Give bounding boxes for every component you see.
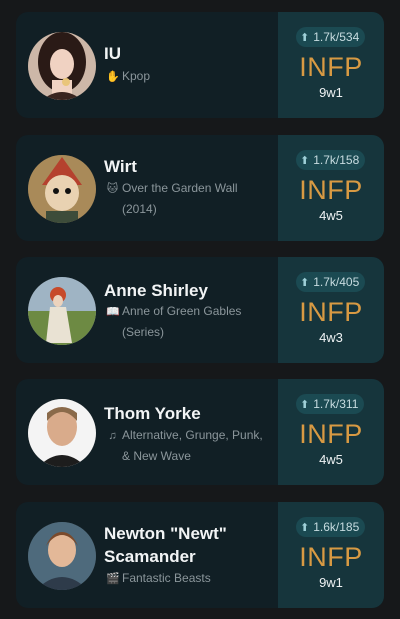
type-panel: ⬆ 1.6k/185 INFP 9w1 [278,502,384,608]
character-name: IU [104,44,121,63]
type-panel: ⬆ 1.7k/534 INFP 9w1 [278,12,384,118]
music-note-icon: ♫ [108,430,117,442]
clapperboard-icon: 🎬 [106,573,120,585]
vote-icon: ⬆ [300,399,310,411]
enneagram-type: 4w5 [319,452,343,467]
type-panel: ⬆ 1.7k/158 INFP 4w5 [278,135,384,241]
vote-icon: ⬆ [300,522,310,534]
avatar [28,155,96,223]
vote-icon: ⬆ [300,32,310,44]
votes-badge: ⬆ 1.7k/534 [296,27,366,47]
avatar [28,522,96,590]
hand-icon: ✋ [106,71,120,83]
enneagram-type: 9w1 [319,575,343,590]
cat-icon: 🐱 [106,183,119,195]
category: ✋ Kpop [106,66,274,87]
personality-type: INFP [299,542,363,572]
type-panel: ⬆ 1.7k/311 INFP 4w5 [278,379,384,485]
vote-icon: ⬆ [300,155,310,167]
avatar [28,277,96,345]
profile-card[interactable]: Anne Shirley 📖 Anne of Green Gables (Seri… [16,257,384,363]
character-name: Thom Yorke [104,404,201,423]
category: 🐱 Over the Garden Wall (2014) [106,181,238,216]
votes-badge: ⬆ 1.7k/405 [296,272,366,292]
enneagram-type: 4w5 [319,208,343,223]
character-name: Anne Shirley [104,281,208,300]
personality-type: INFP [299,175,363,205]
book-icon: 📖 [106,306,120,318]
enneagram-type: 9w1 [319,85,343,100]
votes-badge: ⬆ 1.6k/185 [296,517,366,537]
profile-card[interactable]: Thom Yorke ♫ Alternative, Grunge, Punk, &… [16,379,384,485]
character-name: Newton "Newt" Scamander [104,524,227,566]
category: ♫ Alternative, Grunge, Punk, & New Wave [106,425,274,466]
personality-type: INFP [299,419,363,449]
character-name: Wirt [104,157,137,176]
enneagram-type: 4w3 [319,330,343,345]
avatar [28,399,96,467]
personality-type: INFP [299,297,363,327]
personality-type: INFP [299,52,363,82]
category: 🎬 Fantastic Beasts [106,568,274,589]
votes-badge: ⬆ 1.7k/311 [296,394,365,414]
profile-card[interactable]: Wirt 🐱 Over the Garden Wall (2014) ⬆ 1.7k/… [16,135,384,241]
avatar [28,32,96,100]
votes-badge: ⬆ 1.7k/158 [296,150,366,170]
type-panel: ⬆ 1.7k/405 INFP 4w3 [278,257,384,363]
category: 📖 Anne of Green Gables (Series) [106,304,242,339]
profile-card[interactable]: IU ✋ Kpop ⬆ 1.7k/534 INFP 9w1 [16,12,384,118]
vote-icon: ⬆ [300,277,310,289]
profile-card[interactable]: Newton "Newt" Scamander 🎬 Fantastic Beasts… [16,502,384,608]
